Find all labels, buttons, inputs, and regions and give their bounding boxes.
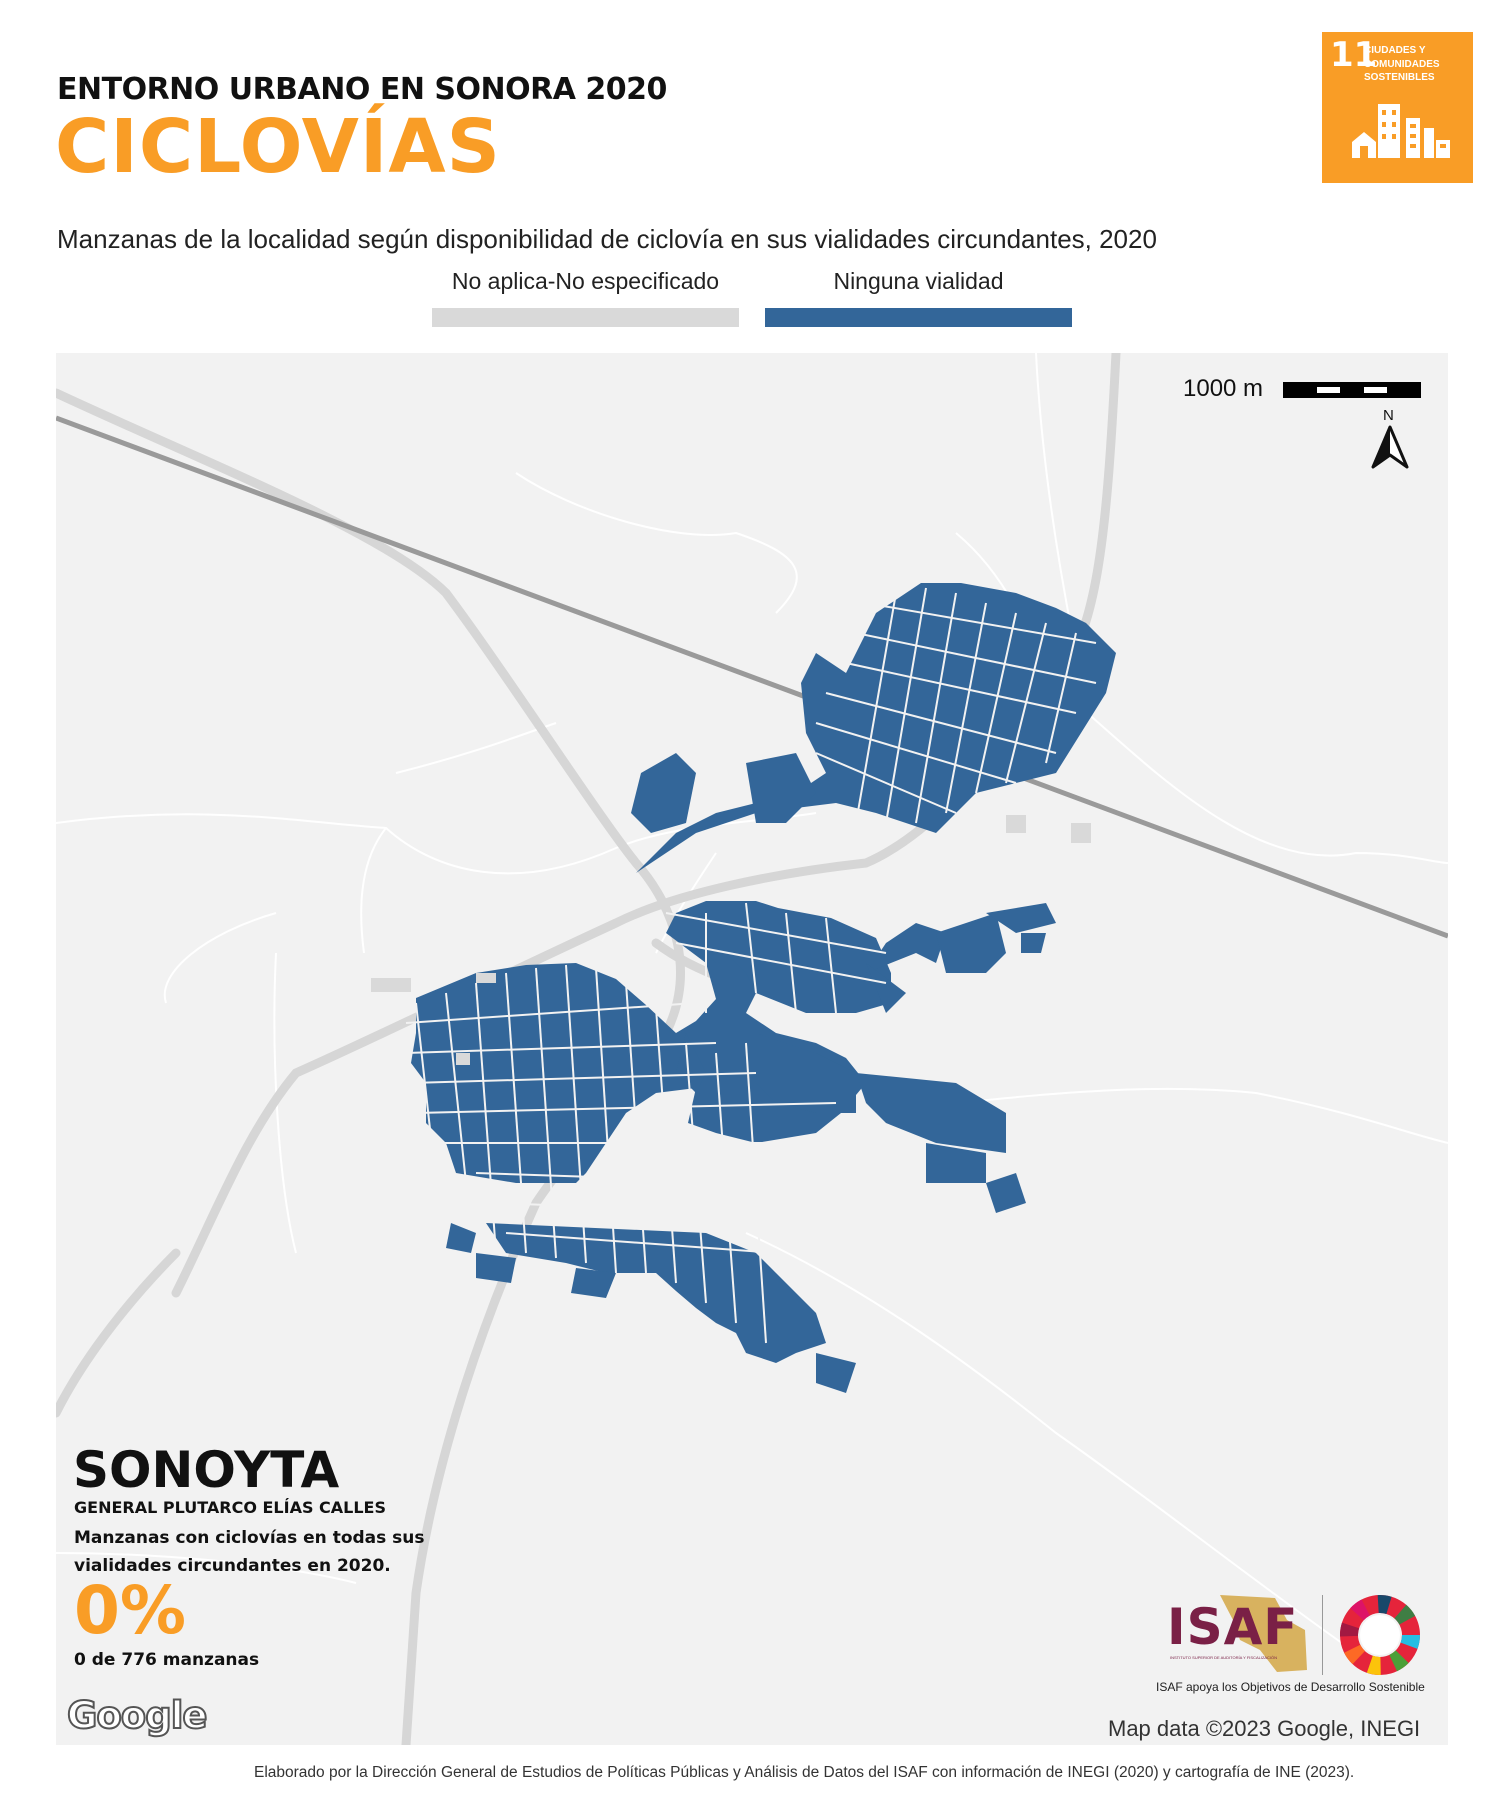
indicator-count: 0 de 776 manzanas xyxy=(74,1650,260,1670)
sdg-11-badge: 11 CIUDADES Y COMUNIDADES SOSTENIBLES xyxy=(1322,32,1473,183)
indicator-percent: 0% xyxy=(74,1572,187,1649)
kicker-title: ENTORNO URBANO EN SONORA 2020 xyxy=(57,72,667,107)
state-boundary-line xyxy=(56,415,1448,939)
legend-label-ninguna: Ninguna vialidad xyxy=(833,268,1004,294)
logo-divider xyxy=(1322,1595,1323,1675)
sdg-wheel-icon xyxy=(1340,1595,1420,1675)
city-buildings-icon xyxy=(1352,104,1450,158)
municipality-name: GENERAL PLUTARCO ELÍAS CALLES xyxy=(74,1498,387,1517)
legend-label-no-aplica: No aplica-No especificado xyxy=(451,268,720,294)
north-arrow-icon xyxy=(1371,425,1409,469)
page-title: CICLOVÍAS xyxy=(55,104,501,190)
north-label: N xyxy=(1383,407,1394,424)
scale-bar xyxy=(1283,382,1421,398)
city-blocks xyxy=(411,583,1116,1393)
google-logo: Google xyxy=(66,1693,208,1738)
map-subtitle: Manzanas de la localidad según disponibi… xyxy=(57,224,1157,254)
credit-footer: Elaborado por la Dirección General de Es… xyxy=(254,1764,1355,1781)
legend-swatch-ninguna xyxy=(765,308,1072,327)
map-attribution: Map data ©2023 Google, INEGI xyxy=(1108,1716,1421,1741)
legend-swatch-no-aplica xyxy=(432,308,739,327)
isaf-logo: ISAF xyxy=(1167,1598,1299,1656)
isaf-tagline: ISAF apoya los Objetivos de Desarrollo S… xyxy=(1156,1680,1425,1694)
isaf-fullname: INSTITUTO SUPERIOR DE AUDITORÍA Y FISCAL… xyxy=(1170,1655,1278,1660)
locality-name: SONOYTA xyxy=(73,1441,340,1499)
scale-bar-label: 1000 m xyxy=(1183,375,1264,402)
